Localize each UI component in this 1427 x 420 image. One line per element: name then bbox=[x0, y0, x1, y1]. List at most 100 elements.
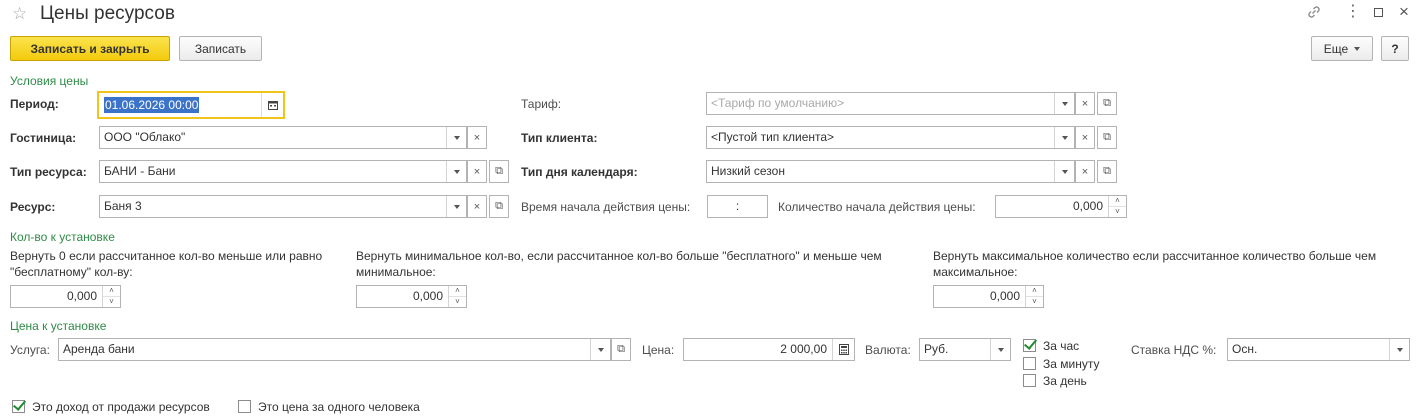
link-icon[interactable] bbox=[1306, 4, 1322, 23]
vat-value: Осн. bbox=[1232, 342, 1258, 356]
day-type-label: Тип дня календаря: bbox=[521, 165, 638, 179]
resource-type-dropdown-icon[interactable] bbox=[446, 161, 466, 182]
qty-max-label: Вернуть максимальное количество если рас… bbox=[933, 249, 1377, 279]
start-time-value: : bbox=[732, 199, 743, 213]
resource-dropdown-icon[interactable] bbox=[446, 196, 466, 217]
start-qty-label: Количество начала действия цены: bbox=[778, 200, 976, 214]
section-price-conditions: Условия цены bbox=[10, 74, 89, 88]
calculator-icon[interactable] bbox=[832, 339, 854, 360]
tariff-clear-icon[interactable]: × bbox=[1075, 92, 1095, 115]
section-price-to-set: Цена к установке bbox=[10, 319, 107, 333]
more-actions-icon[interactable]: ⋮ bbox=[1345, 3, 1361, 21]
per-day-checkbox[interactable] bbox=[1023, 374, 1036, 387]
currency-field[interactable]: Руб. bbox=[919, 338, 1011, 361]
resource-type-clear-icon[interactable]: × bbox=[467, 160, 487, 183]
income-label: Это доход от продажи ресурсов bbox=[32, 400, 210, 414]
calendar-icon[interactable] bbox=[261, 93, 283, 117]
per-person-label: Это цена за одного человека bbox=[258, 400, 420, 414]
start-qty-stepper[interactable]: ˄ ˅ bbox=[1108, 196, 1126, 217]
more-button[interactable]: Еще bbox=[1311, 36, 1373, 61]
client-type-dropdown-icon[interactable] bbox=[1054, 127, 1074, 148]
price-value: 2 000,00 bbox=[780, 342, 827, 356]
qty-zero-field[interactable]: 0,000 ˄ ˅ bbox=[10, 285, 121, 308]
resource-value: Баня 3 bbox=[104, 199, 142, 213]
close-icon[interactable]: × bbox=[1399, 2, 1409, 22]
resource-type-open-icon[interactable]: ⧉ bbox=[489, 160, 509, 183]
save-button[interactable]: Записать bbox=[179, 36, 262, 61]
resource-type-field[interactable]: БАНИ - Бани bbox=[99, 160, 467, 183]
service-open-icon[interactable]: ⧉ bbox=[611, 338, 631, 361]
chevron-down-icon bbox=[1354, 46, 1361, 51]
window-title: Цены ресурсов bbox=[40, 3, 175, 24]
price-label: Цена: bbox=[642, 343, 675, 357]
qty-max-stepper[interactable]: ˄ ˅ bbox=[1025, 286, 1043, 307]
period-label: Период: bbox=[10, 97, 59, 111]
price-field[interactable]: 2 000,00 bbox=[683, 338, 855, 361]
client-type-clear-icon[interactable]: × bbox=[1075, 126, 1095, 149]
currency-label: Валюта: bbox=[865, 343, 911, 357]
period-value: 01.06.2026 00:00 bbox=[104, 97, 200, 113]
qty-zero-stepper[interactable]: ˄ ˅ bbox=[102, 286, 120, 307]
section-qty-to-set: Кол-во к установке bbox=[10, 230, 115, 244]
day-type-value: Низкий сезон bbox=[711, 164, 785, 178]
per-minute-label: За минуту bbox=[1043, 357, 1100, 371]
per-hour-checkbox[interactable] bbox=[1023, 339, 1036, 352]
resource-type-value: БАНИ - Бани bbox=[104, 164, 176, 178]
service-value: Аренда бани bbox=[63, 342, 135, 356]
client-type-label: Тип клиента: bbox=[521, 131, 598, 145]
vat-dropdown-icon[interactable] bbox=[1389, 339, 1409, 360]
save-and-close-button[interactable]: Записать и закрыть bbox=[10, 36, 170, 61]
start-time-label: Время начала действия цены: bbox=[521, 200, 691, 214]
tariff-open-icon[interactable]: ⧉ bbox=[1097, 92, 1117, 115]
tariff-placeholder: <Тариф по умолчанию> bbox=[711, 96, 845, 110]
qty-max-value: 0,000 bbox=[989, 289, 1020, 303]
tariff-dropdown-icon[interactable] bbox=[1054, 93, 1074, 114]
vat-label: Ставка НДС %: bbox=[1131, 343, 1217, 357]
star-icon[interactable]: ☆ bbox=[12, 4, 27, 24]
qty-min-label: Вернуть минимальное кол-во, если рассчит… bbox=[356, 249, 882, 279]
qty-min-stepper[interactable]: ˄ ˅ bbox=[448, 286, 466, 307]
per-hour-label: За час bbox=[1043, 339, 1080, 353]
maximize-icon[interactable] bbox=[1374, 8, 1383, 17]
qty-min-field[interactable]: 0,000 ˄ ˅ bbox=[356, 285, 467, 308]
period-field[interactable]: 01.06.2026 00:00 bbox=[97, 91, 285, 119]
per-day-label: За день bbox=[1043, 374, 1087, 388]
vat-field[interactable]: Осн. bbox=[1227, 338, 1410, 361]
client-type-value: <Пустой тип клиента> bbox=[711, 130, 835, 144]
service-field[interactable]: Аренда бани bbox=[58, 338, 611, 361]
qty-zero-label: Вернуть 0 если рассчитанное кол-во меньш… bbox=[10, 249, 323, 279]
day-type-field[interactable]: Низкий сезон bbox=[706, 160, 1075, 183]
service-dropdown-icon[interactable] bbox=[590, 339, 610, 360]
resource-field[interactable]: Баня 3 bbox=[99, 195, 467, 218]
hotel-dropdown-icon[interactable] bbox=[446, 127, 466, 148]
qty-max-field[interactable]: 0,000 ˄ ˅ bbox=[933, 285, 1044, 308]
day-type-clear-icon[interactable]: × bbox=[1075, 160, 1095, 183]
hotel-value: ООО "Облако" bbox=[104, 130, 186, 144]
service-label: Услуга: bbox=[10, 343, 50, 357]
start-time-field[interactable]: : bbox=[707, 195, 768, 218]
more-label: Еще bbox=[1323, 41, 1349, 56]
resource-type-label: Тип ресурса: bbox=[10, 165, 87, 179]
hotel-label: Гостиница: bbox=[10, 131, 77, 145]
tariff-label: Тариф: bbox=[521, 97, 562, 111]
hotel-field[interactable]: ООО "Облако" bbox=[99, 126, 467, 149]
qty-zero-value: 0,000 bbox=[66, 289, 97, 303]
help-button[interactable]: ? bbox=[1381, 36, 1409, 61]
start-qty-field[interactable]: 0,000 ˄ ˅ bbox=[995, 195, 1127, 218]
resource-clear-icon[interactable]: × bbox=[467, 195, 487, 218]
currency-value: Руб. bbox=[924, 342, 949, 356]
client-type-field[interactable]: <Пустой тип клиента> bbox=[706, 126, 1075, 149]
tariff-field[interactable]: <Тариф по умолчанию> bbox=[706, 92, 1075, 115]
per-person-checkbox[interactable] bbox=[238, 400, 251, 413]
day-type-open-icon[interactable]: ⧉ bbox=[1097, 160, 1117, 183]
per-minute-checkbox[interactable] bbox=[1023, 357, 1036, 370]
resource-open-icon[interactable]: ⧉ bbox=[489, 195, 509, 218]
resource-label: Ресурс: bbox=[10, 200, 56, 214]
qty-min-value: 0,000 bbox=[412, 289, 443, 303]
client-type-open-icon[interactable]: ⧉ bbox=[1097, 126, 1117, 149]
currency-dropdown-icon[interactable] bbox=[990, 339, 1010, 360]
income-checkbox[interactable] bbox=[12, 400, 25, 413]
start-qty-value: 0,000 bbox=[1072, 199, 1103, 213]
hotel-clear-icon[interactable]: × bbox=[467, 126, 487, 149]
day-type-dropdown-icon[interactable] bbox=[1054, 161, 1074, 182]
